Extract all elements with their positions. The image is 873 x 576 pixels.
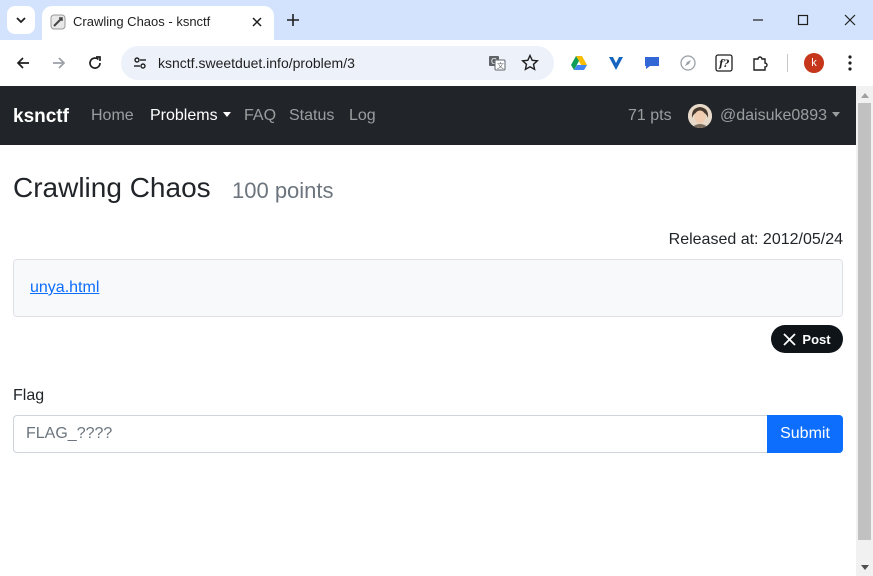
triangle-up-icon <box>860 92 869 98</box>
nav-link-home[interactable]: Home <box>91 107 134 125</box>
dropdown-caret-icon <box>222 112 231 117</box>
translate-icon: G 文 <box>489 56 506 71</box>
tune-icon <box>134 57 146 69</box>
google-drive-icon <box>571 56 587 70</box>
browser-menu-button[interactable] <box>839 52 861 74</box>
x-post-button[interactable]: Post <box>771 325 843 353</box>
username: @daisuke0893 <box>720 107 827 124</box>
user-avatar[interactable] <box>688 104 712 128</box>
arrow-left-icon <box>16 57 29 69</box>
page-scrollbar[interactable] <box>856 86 873 576</box>
site-info-button[interactable] <box>129 52 151 74</box>
close-icon <box>844 14 856 26</box>
minimize-button[interactable] <box>743 6 773 34</box>
compass-icon <box>680 55 696 71</box>
arrow-right-icon <box>53 57 66 69</box>
fx-icon: f? <box>715 54 733 72</box>
bookmark-button[interactable] <box>519 52 541 74</box>
problem-file-link[interactable]: unya.html <box>30 279 99 297</box>
user-points: 71 pts <box>628 107 672 124</box>
release-date: Released at: 2012/05/24 <box>668 231 843 248</box>
ksnctf-favicon-icon <box>50 14 66 30</box>
toolbar-separator <box>787 54 788 72</box>
svg-text:f?: f? <box>718 59 729 70</box>
url-text[interactable]: ksnctf.sweetduet.info/problem/3 <box>158 55 355 71</box>
extensions-button[interactable] <box>749 52 771 74</box>
maximize-button[interactable] <box>788 6 818 34</box>
forward-button[interactable] <box>45 49 73 77</box>
kebab-menu-icon <box>848 55 852 71</box>
back-button[interactable] <box>9 49 37 77</box>
translate-button[interactable]: G 文 <box>486 52 508 74</box>
triangle-down-icon <box>860 564 869 570</box>
user-avatar-image <box>688 104 712 128</box>
problem-points: 100 points <box>232 178 334 203</box>
nav-link-status[interactable]: Status <box>289 107 334 125</box>
tab-close-button[interactable] <box>248 13 266 31</box>
extension-vee[interactable] <box>605 52 627 74</box>
dropdown-caret-icon <box>831 112 840 117</box>
browser-tabstrip: Crawling Chaos - ksnctf <box>0 0 873 40</box>
nav-link-problems[interactable]: Problems <box>150 107 231 125</box>
user-menu-dropdown[interactable]: @daisuke0893 <box>720 107 840 125</box>
extension-fx[interactable]: f? <box>713 52 735 74</box>
site-navbar: ksnctf Home Problems FAQ Status Log 71 p… <box>0 86 856 145</box>
plus-icon <box>287 14 299 26</box>
scroll-up-button[interactable] <box>856 86 873 103</box>
tab-title: Crawling Chaos - ksnctf <box>73 14 211 29</box>
puzzle-icon <box>753 56 768 71</box>
scrollbar-thumb[interactable] <box>858 103 871 540</box>
chevron-down-icon <box>16 17 26 24</box>
x-logo-icon <box>783 332 797 346</box>
problem-title: Crawling Chaos <box>13 172 211 203</box>
page-viewport: ksnctf Home Problems FAQ Status Log 71 p… <box>0 86 873 576</box>
nav-link-faq[interactable]: FAQ <box>244 107 276 125</box>
x-post-label: Post <box>802 331 831 347</box>
extension-chat[interactable] <box>641 52 663 74</box>
tab-search-button[interactable] <box>7 6 35 34</box>
nav-link-problems-label: Problems <box>150 107 218 124</box>
maximize-icon <box>797 14 809 26</box>
window-close-button[interactable] <box>835 6 865 34</box>
vee-icon <box>609 57 623 70</box>
new-tab-button[interactable] <box>281 8 305 32</box>
flag-input[interactable] <box>13 415 768 453</box>
extension-google-drive[interactable] <box>568 52 590 74</box>
reload-icon <box>89 56 101 69</box>
browser-tab-active[interactable]: Crawling Chaos - ksnctf <box>42 6 274 40</box>
problem-statement-box: unya.html <box>13 259 843 317</box>
extension-compass[interactable] <box>677 52 699 74</box>
close-icon <box>252 17 262 27</box>
submit-button[interactable]: Submit <box>767 415 843 453</box>
browser-toolbar: ksnctf.sweetduet.info/problem/3 G 文 f? k <box>0 40 873 86</box>
nav-link-log[interactable]: Log <box>349 107 376 125</box>
reload-button[interactable] <box>81 49 109 77</box>
star-icon <box>521 54 539 71</box>
chat-bubble-icon <box>645 57 659 69</box>
minimize-icon <box>753 19 763 21</box>
address-bar[interactable]: ksnctf.sweetduet.info/problem/3 G 文 <box>121 46 554 80</box>
flag-label: Flag <box>13 387 45 404</box>
site-brand-link[interactable]: ksnctf <box>13 106 69 128</box>
scroll-down-button[interactable] <box>856 559 873 576</box>
svg-text:文: 文 <box>497 61 504 70</box>
profile-avatar-button[interactable]: k <box>804 53 824 73</box>
